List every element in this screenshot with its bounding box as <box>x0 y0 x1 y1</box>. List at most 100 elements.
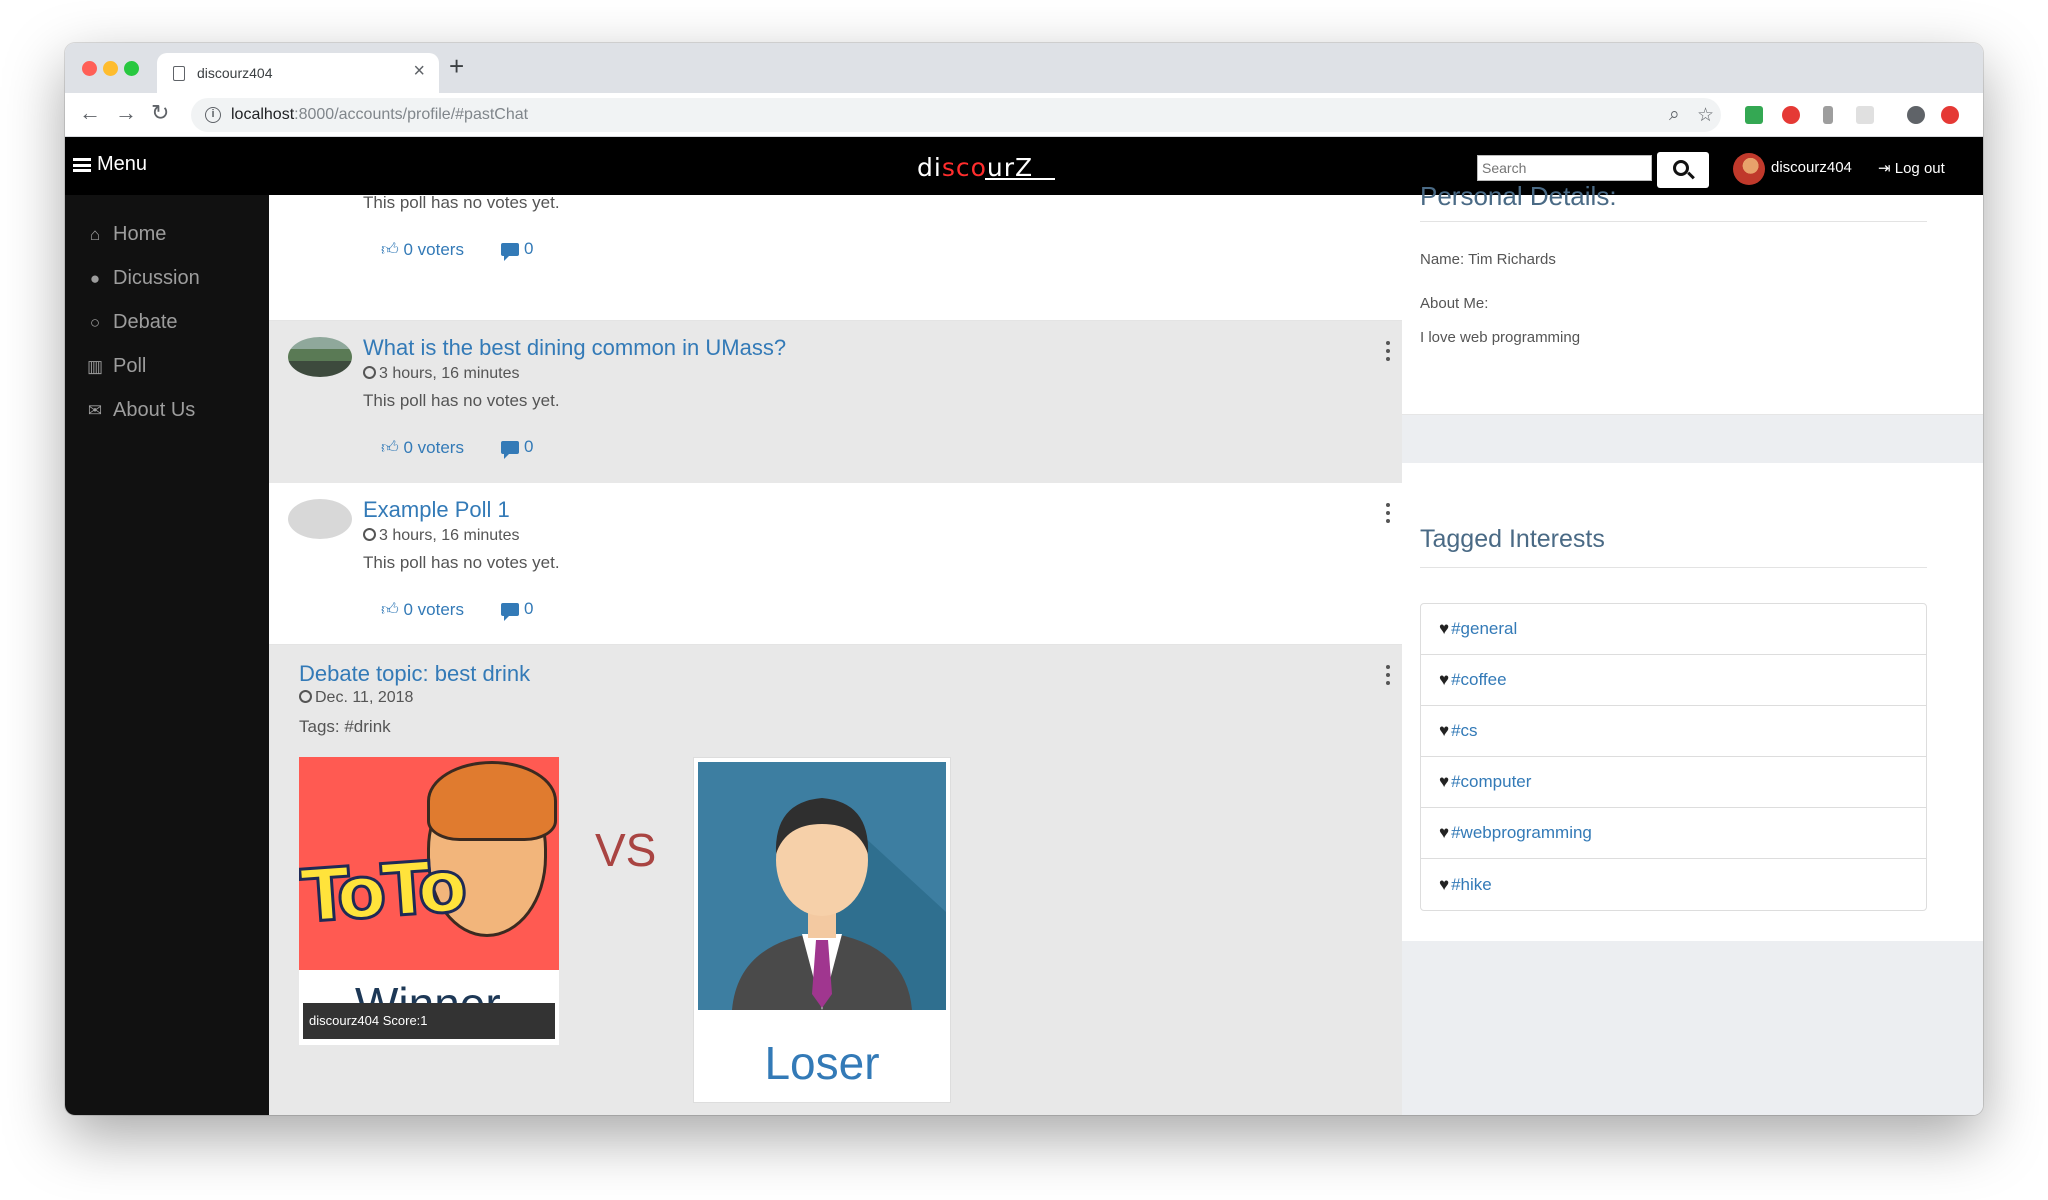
poll-timestamp: 3 hours, 16 minutes <box>363 527 520 545</box>
profile-name: Name: Tim Richards <box>1420 251 1556 268</box>
comments-link[interactable]: 0 <box>501 599 533 621</box>
poll-title-link[interactable]: Example Poll 1 <box>363 497 510 523</box>
username-link[interactable]: discourz404 <box>1771 159 1852 176</box>
tag-item[interactable]: ♥ #cs <box>1421 706 1926 757</box>
voters-link[interactable]: 👍︎ 0 voters <box>381 599 464 620</box>
url-text[interactable]: localhost:8000/accounts/profile/#pastCha… <box>231 106 528 124</box>
logout-icon: ⇥ <box>1878 160 1895 177</box>
about-me-label: About Me: <box>1420 295 1489 312</box>
comment-icon <box>501 602 519 621</box>
debate-title-link[interactable]: Debate topic: best drink <box>299 661 530 687</box>
more-options-icon[interactable] <box>1386 503 1390 527</box>
comments-link[interactable]: 0 <box>501 437 533 459</box>
heart-icon: ♥ <box>1439 721 1450 740</box>
sidebar-item-home[interactable]: ⌂ Home <box>85 223 167 246</box>
site-info-icon[interactable]: i <box>205 107 221 123</box>
hamburger-icon <box>73 157 91 172</box>
logout-link[interactable]: ⇥ Log out <box>1878 159 1945 177</box>
businessman-avatar-icon <box>732 798 946 1010</box>
heart-icon: ♥ <box>1439 823 1450 842</box>
search-button[interactable] <box>1657 152 1709 188</box>
score-caption: discourz404 Score:1 <box>303 1003 555 1039</box>
search-input[interactable] <box>1477 155 1652 181</box>
debate-date: Dec. 11, 2018 <box>299 689 413 707</box>
users-icon: ● <box>89 268 101 288</box>
poll-timestamp: 3 hours, 16 minutes <box>363 365 520 383</box>
tag-item[interactable]: ♥ #coffee <box>1421 655 1926 706</box>
clock-icon <box>363 528 376 541</box>
heart-icon: ♥ <box>1439 619 1450 638</box>
page-icon <box>173 66 185 81</box>
update-icon[interactable] <box>1941 106 1959 124</box>
download-icon[interactable] <box>1823 106 1833 124</box>
debate-option-winner[interactable]: ToTo Winner discourz404 Score:1 <box>299 757 559 1045</box>
tag-item[interactable]: ♥ #hike <box>1421 859 1926 910</box>
debate-option-loser[interactable]: Loser <box>693 757 951 1103</box>
more-options-icon[interactable] <box>1386 665 1390 689</box>
poll-status: This poll has no votes yet. <box>363 391 560 410</box>
tagged-interests-heading: Tagged Interests <box>1420 525 1605 553</box>
option-image: ToTo <box>299 757 559 970</box>
toto-logo-text: ToTo <box>299 842 467 940</box>
envelope-icon: ✉ <box>87 400 103 420</box>
debate-tags: Tags: #drink <box>299 717 391 736</box>
tagged-interests-panel: Tagged Interests ♥ #general ♥ #coffee ♥ #cs… <box>1402 463 1983 941</box>
address-bar[interactable]: i localhost:8000/accounts/profile/#pastC… <box>191 98 1721 132</box>
bookmark-star-icon[interactable]: ☆ <box>1697 104 1714 127</box>
poll-card: This poll has no votes yet. 👍︎ 0 voters … <box>269 195 1402 321</box>
poll-card: What is the best dining common in UMass?… <box>269 321 1402 483</box>
vs-label: VS <box>595 824 657 876</box>
poll-title-link[interactable]: What is the best dining common in UMass? <box>363 335 786 361</box>
tag-item[interactable]: ♥ #webprogramming <box>1421 808 1926 859</box>
thumbs-up-icon: 👍︎ <box>381 240 399 259</box>
maximize-window-button[interactable] <box>124 61 139 76</box>
heart-icon: ♥ <box>1439 670 1450 689</box>
poll-thumbnail <box>288 499 352 539</box>
browser-tab[interactable]: discourz404 × <box>157 53 439 93</box>
tab-title: discourz404 <box>197 65 273 81</box>
profile-icon[interactable] <box>1907 106 1925 124</box>
more-options-icon[interactable] <box>1386 341 1390 365</box>
minimize-window-button[interactable] <box>103 61 118 76</box>
new-tab-button[interactable]: + <box>449 53 464 79</box>
tag-item[interactable]: ♥ #general <box>1421 604 1926 655</box>
sidebar-item-poll[interactable]: ▥ Poll <box>85 355 146 378</box>
home-icon: ⌂ <box>89 224 101 244</box>
opera-icon[interactable] <box>1782 106 1800 124</box>
clock-icon <box>363 366 376 379</box>
comment-icon <box>501 440 519 459</box>
extension-icon[interactable] <box>1856 106 1874 124</box>
back-icon[interactable]: ← <box>79 102 101 124</box>
close-window-button[interactable] <box>82 61 97 76</box>
thumbs-up-icon: 👍︎ <box>381 438 399 457</box>
voters-link[interactable]: 👍︎ 0 voters <box>381 239 464 260</box>
sidebar-item-about-us[interactable]: ✉ About Us <box>85 399 195 422</box>
logo-underline <box>985 178 1055 180</box>
comments-link[interactable]: 0 <box>501 239 533 261</box>
clock-icon <box>299 690 312 703</box>
poll-thumbnail <box>288 337 352 377</box>
profile-column: Personal Details: Name: Tim Richards Abo… <box>1402 181 1983 1115</box>
personal-details-heading: Personal Details: <box>1420 181 1617 211</box>
chat-icon: ○ <box>89 312 101 332</box>
poll-status: This poll has no votes yet. <box>363 553 560 572</box>
avatar[interactable] <box>1733 153 1765 185</box>
heart-icon: ♥ <box>1439 772 1450 791</box>
sidebar-item-debate[interactable]: ○ Debate <box>85 311 178 334</box>
voters-link[interactable]: 👍︎ 0 voters <box>381 437 464 458</box>
menu-button[interactable]: Menu <box>73 153 147 176</box>
extension-icon[interactable] <box>1745 106 1763 124</box>
browser-toolbar: ← → ↻ i localhost:8000/accounts/profile/… <box>65 93 1983 137</box>
heart-icon: ♥ <box>1439 874 1450 894</box>
tag-item[interactable]: ♥ #computer <box>1421 757 1926 808</box>
reload-icon[interactable]: ↻ <box>151 102 169 124</box>
zoom-icon[interactable]: ⌕ <box>1669 104 1680 126</box>
sidebar-item-discussion[interactable]: ● Dicussion <box>85 267 200 290</box>
personal-details-panel: Personal Details: Name: Tim Richards Abo… <box>1402 181 1983 415</box>
sidebar: ⌂ Home ● Dicussion ○ Debate ▥ Poll ✉ Abo… <box>65 195 269 1115</box>
menu-label: Menu <box>97 153 148 175</box>
bar-chart-icon: ▥ <box>86 356 104 376</box>
forward-icon[interactable]: → <box>115 102 137 124</box>
tab-close-icon[interactable]: × <box>413 61 425 81</box>
poll-status: This poll has no votes yet. <box>363 195 560 212</box>
